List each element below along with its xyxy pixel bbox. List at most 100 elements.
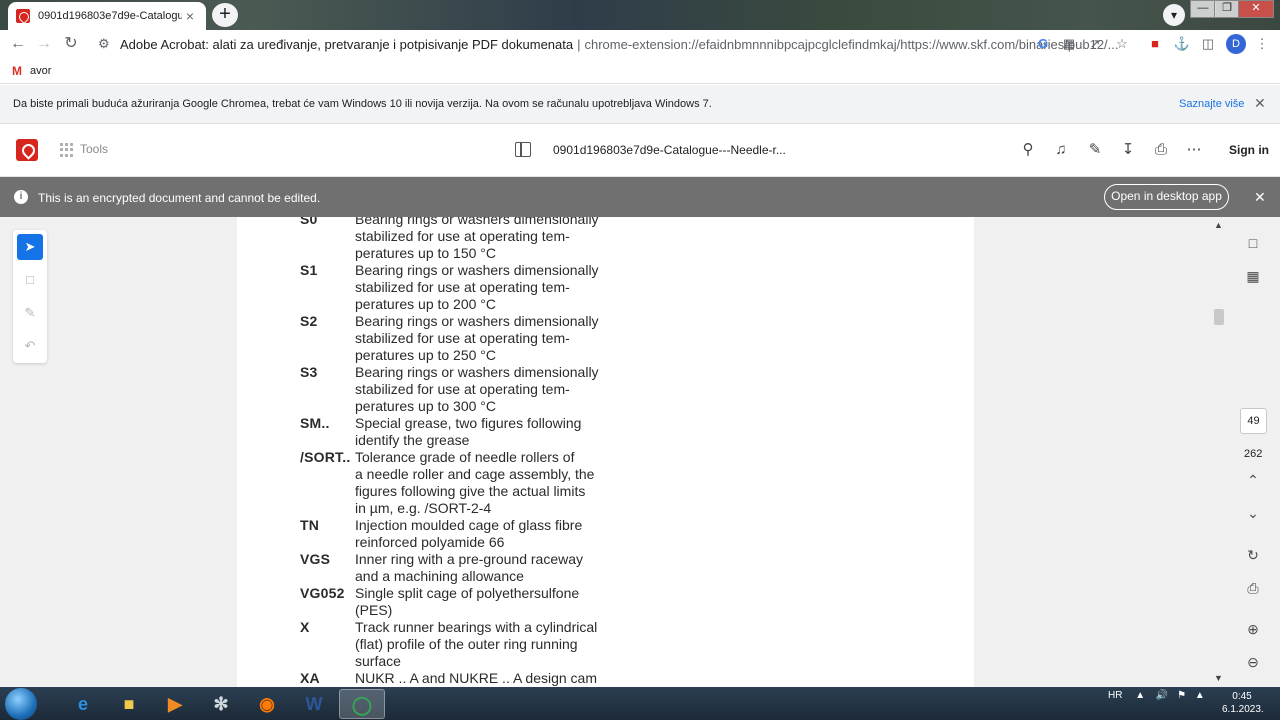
forward-arrow-icon[interactable]: → <box>31 30 57 58</box>
description-line: Injection moulded cage of glass fibre <box>355 517 583 533</box>
description-line: (PES) <box>355 602 393 618</box>
print-icon[interactable]: ⎙ <box>1151 140 1171 160</box>
tools-grid-icon[interactable] <box>60 143 74 157</box>
designation-description: Inner ring with a pre-ground raceway and … <box>355 551 615 585</box>
open-desktop-app-button[interactable]: Open in desktop app <box>1104 184 1229 210</box>
add-comment-icon[interactable]: □ <box>17 267 43 293</box>
sign-in-button[interactable]: Sign in <box>1229 143 1269 157</box>
tray-expand-icon[interactable]: ▲ <box>1135 690 1145 701</box>
designation-description: Track runner bearings with a cylindrical… <box>355 619 615 670</box>
start-button-icon[interactable] <box>5 688 37 720</box>
description-line: peratures up to 250 °C <box>355 347 497 363</box>
reload-icon[interactable]: ↻ <box>58 30 84 58</box>
paint-icon[interactable]: ✻ <box>198 689 244 719</box>
designation-code: SM.. <box>300 415 330 431</box>
file-explorer-icon[interactable]: ■ <box>106 689 152 719</box>
tab-close-icon[interactable]: × <box>182 8 198 24</box>
profile-avatar[interactable]: D <box>1226 34 1246 54</box>
chrome-icon[interactable]: ◯ <box>339 689 385 719</box>
designation-code: S1 <box>300 262 318 278</box>
search-icon[interactable]: ⚲ <box>1018 140 1038 160</box>
window-close-button[interactable]: ✕ <box>1238 0 1274 18</box>
tools-label[interactable]: Tools <box>80 142 108 156</box>
designation-code: TN <box>300 517 320 533</box>
fill-sign-icon[interactable]: ✎ <box>1085 140 1105 160</box>
media-player-icon[interactable]: ▶ <box>152 689 198 719</box>
volume-icon[interactable]: 🔊 <box>1156 690 1168 701</box>
address-bar[interactable]: ⚙ Adobe Acrobat: alati za uređivanje, pr… <box>92 31 1138 57</box>
thumbnails-grid-icon[interactable]: ▦ <box>1243 266 1263 286</box>
encrypted-notice-bar: i This is an encrypted document and cann… <box>0 177 1280 217</box>
description-line: Bearing rings or washers dimensionally <box>355 262 599 278</box>
description-line: NUKR .. A and NUKRE .. A design cam <box>355 670 597 686</box>
chrome-menu-icon[interactable]: ⋮ <box>1252 34 1272 54</box>
side-panel-icon[interactable]: ◫ <box>1198 34 1218 54</box>
designation-description: Single split cage of polyethersulfone (PE… <box>355 585 615 619</box>
extract-page-icon[interactable]: ⎙ <box>1243 578 1263 598</box>
quick-tools-panel: ➤ □ ✎ ↶ <box>13 230 47 363</box>
browser-tab[interactable]: 0901d196803e7d9e-Catalogue-··· × <box>8 2 206 30</box>
description-line: reinforced polyamide 66 <box>355 534 505 550</box>
learn-more-link[interactable]: Saznajte više <box>1179 98 1244 110</box>
designation-description: Bearing rings or washers dimensionally st… <box>355 262 615 313</box>
description-line: Bearing rings or washers dimensionally <box>355 313 599 329</box>
select-cursor-icon[interactable]: ➤ <box>17 234 43 260</box>
more-options-icon[interactable]: ⋯ <box>1184 140 1204 160</box>
description-line: Special grease, two figures following <box>355 415 582 431</box>
infobar-message: Da biste primali buduća ažuriranja Googl… <box>13 98 712 110</box>
clock-time: 0:45 <box>1232 691 1252 702</box>
comments-icon[interactable]: □ <box>1243 233 1263 253</box>
current-page-input[interactable]: 49 <box>1240 408 1267 434</box>
designation-code: S0 <box>300 217 318 227</box>
tab-search-chevron-icon[interactable]: ▾ <box>1163 4 1185 26</box>
bookmarks-bar: M avor <box>0 58 1280 84</box>
firefox-icon[interactable]: ◉ <box>244 689 290 719</box>
internet-explorer-icon[interactable]: e <box>60 689 106 719</box>
new-tab-button[interactable]: + <box>212 3 238 27</box>
word-icon[interactable]: W <box>291 689 337 719</box>
scroll-thumb[interactable] <box>1214 309 1224 325</box>
google-lens-icon[interactable]: G <box>1033 34 1053 54</box>
designation-code: S3 <box>300 364 318 380</box>
language-indicator[interactable]: HR <box>1108 690 1122 701</box>
document-panel-icon[interactable] <box>515 142 531 157</box>
acrobat-extension-icon[interactable]: ■ <box>1145 34 1165 54</box>
document-name: 0901d196803e7d9e-Catalogue---Needle-r... <box>553 143 786 157</box>
share-icon[interactable]: ↗ <box>1085 34 1105 54</box>
clock-date: 6.1.2023. <box>1222 704 1264 715</box>
back-arrow-icon[interactable]: ← <box>5 30 31 58</box>
bookmark-item[interactable]: avor <box>30 65 51 77</box>
next-page-chevron-icon[interactable]: ⌄ <box>1243 503 1263 523</box>
description-line: and a machining allowance <box>355 568 524 584</box>
minimize-button[interactable]: — <box>1190 0 1216 18</box>
bookmark-star-icon[interactable]: ☆ <box>1112 34 1132 54</box>
omnibox-site-name: Adobe Acrobat: alati za uređivanje, pret… <box>120 36 574 52</box>
encrypted-message: This is an encrypted document and cannot… <box>38 191 321 205</box>
acrobat-logo-icon[interactable] <box>16 139 38 161</box>
extensions-icon[interactable]: ⚓ <box>1172 34 1192 54</box>
designation-code: S2 <box>300 313 318 329</box>
extension-puzzle-icon: ⚙ <box>98 36 110 51</box>
draw-pen-icon[interactable]: ✎ <box>17 300 43 326</box>
previous-page-chevron-icon[interactable]: ⌃ <box>1243 470 1263 490</box>
zoom-out-icon[interactable]: ⊖ <box>1243 652 1263 672</box>
read-aloud-icon[interactable]: ♫ <box>1051 140 1071 160</box>
download-icon[interactable]: ↧ <box>1118 140 1138 160</box>
scroll-down-arrow-icon[interactable]: ▼ <box>1214 673 1223 683</box>
network-icon[interactable]: ▲ <box>1195 690 1205 701</box>
maximize-button[interactable]: ❐ <box>1214 0 1240 18</box>
zoom-in-icon[interactable]: ⊕ <box>1243 619 1263 639</box>
translate-icon[interactable]: ▦ <box>1059 34 1079 54</box>
lasso-icon[interactable]: ↶ <box>17 333 43 359</box>
pdf-page: S0 Bearing rings or washers dimensionally… <box>237 217 974 687</box>
encrypted-bar-close-icon[interactable]: ✕ <box>1254 189 1266 206</box>
action-center-flag-icon[interactable]: ⚑ <box>1177 690 1186 701</box>
designation-code: X <box>300 619 310 635</box>
rotate-icon[interactable]: ↻ <box>1243 545 1263 565</box>
description-line: Tolerance grade of needle rollers of <box>355 449 575 465</box>
system-clock[interactable]: 0:45 6.1.2023. <box>1222 690 1264 716</box>
description-line: identify the grease <box>355 432 470 448</box>
page-scrollbar[interactable]: ▲ ▼ <box>1211 217 1227 687</box>
scroll-up-arrow-icon[interactable]: ▲ <box>1214 220 1223 230</box>
infobar-close-icon[interactable]: ✕ <box>1254 95 1266 112</box>
